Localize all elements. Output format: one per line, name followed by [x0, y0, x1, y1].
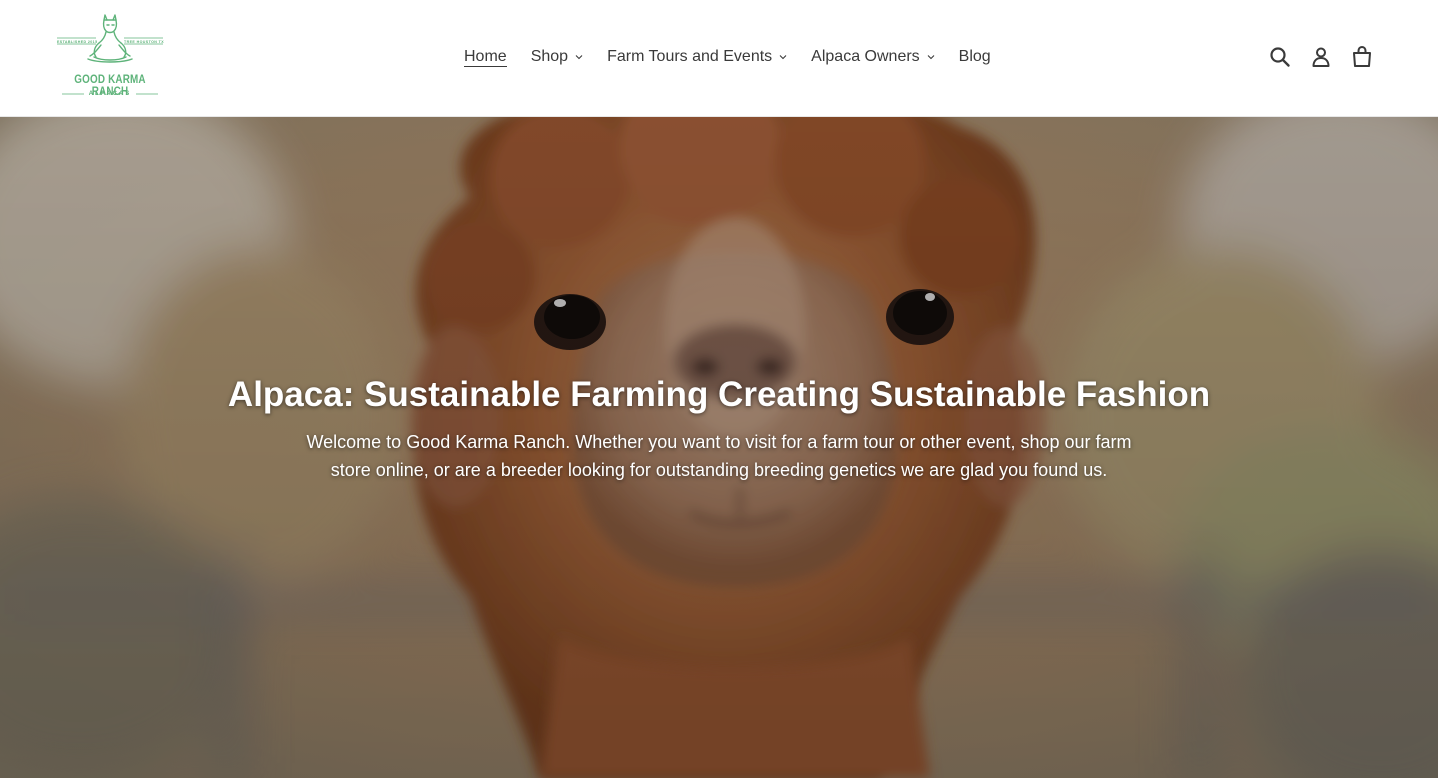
nav-item-label: Blog — [958, 48, 991, 65]
chevron-down-icon — [575, 55, 583, 60]
nav-item-alpaca-owners[interactable]: Alpaca Owners — [811, 48, 935, 66]
main-nav: Home Shop Farm Tours and Events Alpaca O… — [464, 46, 1015, 68]
search-icon[interactable] — [1268, 45, 1292, 69]
cart-icon[interactable] — [1350, 45, 1374, 69]
logo[interactable]: ESTABLISHED 2015 TREE HOUSTON TX GOOD KA… — [54, 14, 166, 100]
site-header: ESTABLISHED 2015 TREE HOUSTON TX GOOD KA… — [0, 0, 1438, 117]
nav-item-label: Home — [464, 47, 507, 67]
nav-item-label: Alpaca Owners — [811, 48, 920, 65]
chevron-down-icon — [779, 55, 787, 60]
nav-item-label: Farm Tours and Events — [607, 48, 773, 65]
hero-title: Alpaca: Sustainable Farming Creating Sus… — [227, 375, 1211, 414]
header-icons — [1268, 45, 1374, 69]
logo-location-text: TREE HOUSTON TX — [124, 40, 165, 44]
hero-description: Welcome to Good Karma Ranch. Whether you… — [306, 432, 1132, 480]
logo-established-text: ESTABLISHED 2015 — [57, 40, 98, 44]
nav-item-home[interactable]: Home — [464, 48, 507, 67]
nav-item-blog[interactable]: Blog — [959, 48, 991, 66]
logo-brand-sub: ALPACAS — [88, 91, 132, 97]
nav-item-shop[interactable]: Shop — [531, 48, 583, 66]
nav-item-label: Shop — [530, 48, 569, 65]
hero-banner: Alpaca: Sustainable Farming Creating Sus… — [0, 117, 1438, 778]
nav-item-farm-tours[interactable]: Farm Tours and Events — [607, 48, 787, 66]
account-icon[interactable] — [1309, 45, 1333, 69]
chevron-down-icon — [927, 55, 935, 60]
